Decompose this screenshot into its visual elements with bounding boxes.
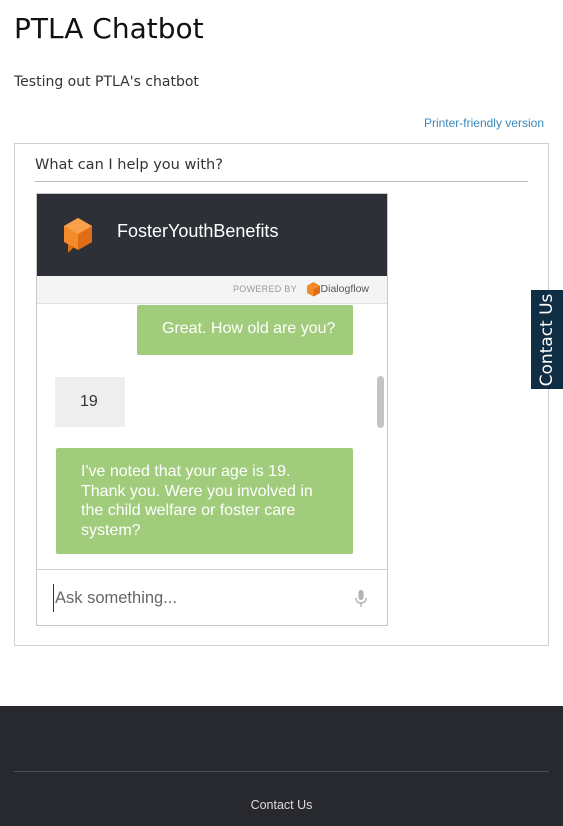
chat-widget: FosterYouthBenefits POWERED BY Dialogflo…: [36, 193, 388, 626]
chat-header: FosterYouthBenefits: [37, 194, 387, 276]
ask-input[interactable]: [53, 584, 343, 612]
dialogflow-agent-icon: [64, 218, 92, 253]
footer-divider: [14, 771, 549, 772]
block-title: What can I help you with?: [35, 157, 223, 173]
contact-us-tab[interactable]: Contact Us: [531, 290, 563, 389]
message-scrollbar[interactable]: [377, 376, 384, 428]
bot-message: I've noted that your age is 19. Thank yo…: [56, 448, 353, 554]
message-list: Great. How old are you? 19 I've noted th…: [37, 305, 387, 569]
chatbot-block: What can I help you with? FosterYouthBen…: [14, 143, 549, 646]
bot-message: Great. How old are you?: [137, 305, 353, 355]
powered-by-bar: POWERED BY Dialogflow: [37, 276, 387, 304]
footer: Contact Us: [0, 706, 563, 826]
agent-name: FosterYouthBenefits: [117, 221, 279, 241]
contact-us-tab-label: Contact Us: [537, 293, 557, 386]
dialogflow-link[interactable]: Dialogflow: [321, 283, 369, 295]
page-title: PTLA Chatbot: [14, 12, 204, 45]
printer-friendly-link[interactable]: Printer-friendly version: [424, 116, 544, 130]
microphone-icon[interactable]: [355, 590, 367, 608]
footer-contact-link[interactable]: Contact Us: [0, 798, 563, 812]
powered-by-label: POWERED BY: [232, 284, 297, 294]
chat-input-bar: [37, 569, 387, 625]
page-subtitle: Testing out PTLA's chatbot: [14, 74, 199, 90]
user-message: 19: [55, 377, 125, 427]
dialogflow-logo-icon: [307, 282, 320, 297]
divider: [35, 181, 528, 182]
